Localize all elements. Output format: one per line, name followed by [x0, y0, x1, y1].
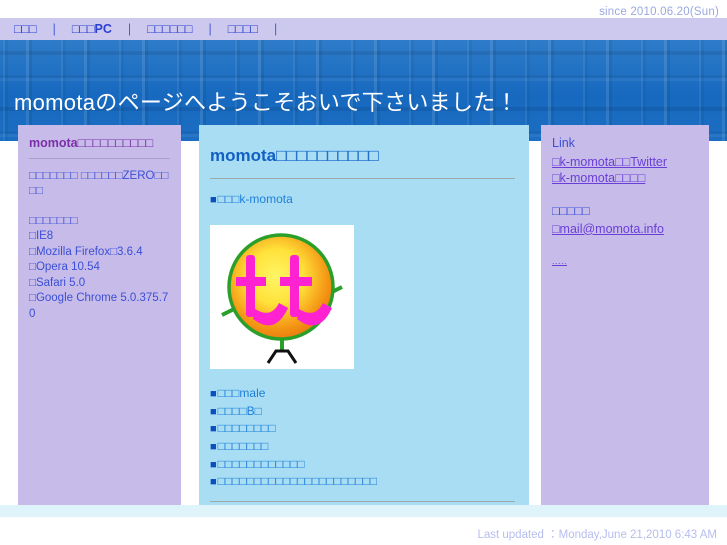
link-twitter[interactable]: □k-momota□□Twitter [552, 154, 698, 171]
main-content-bottom-divider [210, 500, 515, 502]
nav-separator-3: | [208, 22, 212, 36]
nav-separator-1: | [52, 22, 56, 36]
left-sidebar-divider [29, 157, 170, 159]
link-section-heading: Link [552, 136, 575, 150]
nav-item-4[interactable]: □□□□ [228, 22, 258, 36]
profile-list: ■□□□male ■□□□□B□ ■□□□□□□□□ ■□□□□□□□ ■□□□… [210, 385, 515, 491]
square-bullet-icon: ■ [210, 458, 217, 471]
nav-item-2[interactable]: □□□PC [72, 22, 112, 36]
left-sidebar-title: momota□□□□□□□□□□ [29, 136, 154, 150]
square-bullet-icon: ■ [210, 405, 217, 418]
nav-separator-4: | [273, 22, 278, 36]
browser-list: □IE8 □Mozilla Firefox□3.6.4 □Opera 10.54… [29, 229, 170, 322]
profile-name-line: ■□□□k-momota [210, 191, 515, 209]
profile-list-item-text: □□□□B□ [217, 403, 262, 418]
contact-section-heading: □□□□□ [552, 204, 590, 219]
profile-list-item: ■□□□□□□□ [210, 438, 515, 456]
square-bullet-icon: ■ [210, 194, 217, 207]
right-sidebar: Link □k-momota□□Twitter □k-momota□□□□ □□… [541, 125, 709, 505]
left-sidebar-intro: □□□□□□□ □□□□□□ZERO□□□□ [29, 169, 169, 198]
nav-item-1[interactable]: □□□ [14, 22, 37, 36]
browser-list-item: □IE8 [29, 230, 54, 243]
profile-list-item-text: □□□□□□□□ [217, 421, 276, 436]
main-content-divider [210, 178, 515, 180]
profile-list-item: ■□□□male [210, 385, 515, 403]
since-text: since 2010.06.20(Sun) [599, 6, 719, 18]
link-small-dots[interactable]: ..... [552, 256, 567, 266]
profile-list-item-text: □□□□□□□□□□□□□□□□□□□□□□ [217, 474, 378, 489]
page-root: since 2010.06.20(Sun) □□□ | □□□PC | □□□□… [0, 0, 727, 545]
link-email[interactable]: □mail@momota.info [552, 221, 698, 238]
profile-image [210, 225, 354, 370]
main-navigation: □□□ | □□□PC | □□□□□□ | □□□□ | [0, 18, 727, 40]
profile-list-item: ■□□□□□□□□ [210, 420, 515, 438]
nav-separator-2: | [127, 22, 132, 36]
square-bullet-icon: ■ [210, 441, 217, 454]
link-blog[interactable]: □k-momota□□□□ [552, 170, 698, 187]
right-sidebar-spacer [552, 187, 698, 203]
left-sidebar-browsers-heading: □□□□□□□ [29, 214, 78, 227]
page-footer: Last updated ：Monday,June 21,2010 6:43 A… [0, 517, 727, 545]
profile-list-item: ■□□□□□□□□□□□□□□□□□□□□□□ [210, 473, 515, 491]
profile-list-item-text: □□□□□□□ [217, 439, 269, 454]
main-content: momota□□□□□□□□□□ ■□□□k-momota ■□□□male ■… [199, 125, 529, 505]
profile-list-item: ■□□□□B□ [210, 403, 515, 421]
browser-list-item: □Google Chrome 5.0.375.70 [29, 292, 169, 320]
main-content-title: momota□□□□□□□□□□ [210, 146, 379, 165]
profile-list-item: ■□□□□□□□□□□□□ [210, 456, 515, 474]
profile-name-text: □□□k-momota [217, 192, 293, 207]
banner-title: momotaのページへようこそおいで下さいました！ [14, 90, 518, 115]
since-bar: since 2010.06.20(Sun) [0, 0, 727, 18]
browser-list-item: □Safari 5.0 [29, 276, 86, 289]
profile-list-item-text: □□□male [217, 386, 266, 401]
square-bullet-icon: ■ [210, 476, 217, 489]
browser-list-item: □Opera 10.54 [29, 261, 100, 274]
left-sidebar: momota□□□□□□□□□□ □□□□□□□ □□□□□□ZERO□□□□ … [18, 125, 181, 505]
nav-item-3[interactable]: □□□□□□ [147, 22, 192, 36]
profile-list-item-text: □□□□□□□□□□□□ [217, 456, 305, 471]
last-updated-text: Last updated ：Monday,June 21,2010 6:43 A… [477, 529, 717, 541]
footer-band [0, 505, 727, 517]
browser-list-item: □Mozilla Firefox□3.6.4 [29, 245, 143, 258]
square-bullet-icon: ■ [210, 388, 217, 401]
square-bullet-icon: ■ [210, 423, 217, 436]
